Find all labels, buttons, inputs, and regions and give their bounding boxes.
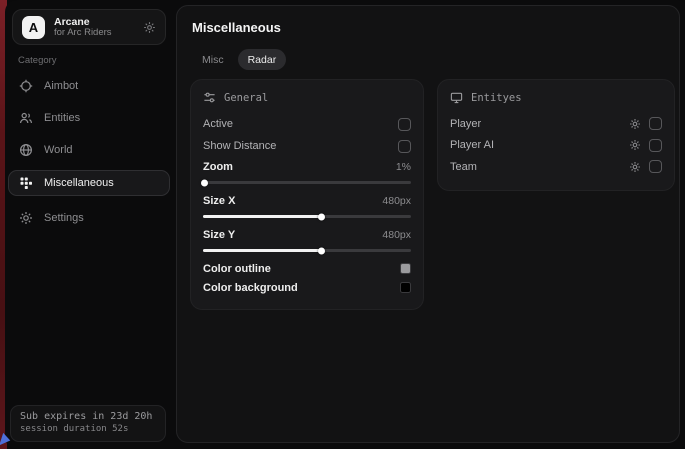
entity-row-player-ai: Player AI [450, 135, 662, 157]
player-ai-checkbox[interactable] [649, 139, 662, 152]
general-panel-title: General [224, 92, 268, 104]
brand-card: A Arcane for Arc Riders [12, 9, 166, 45]
grid-icon [19, 176, 33, 190]
tab-bar: Misc Radar [192, 49, 286, 70]
slider-value: 1% [396, 161, 411, 173]
slider-row-size-x: Size X 480px [203, 191, 411, 211]
toggle-label: Active [203, 118, 233, 130]
desktop: A Arcane for Arc Riders Category [0, 0, 685, 449]
show-distance-checkbox[interactable] [398, 140, 411, 153]
main-panel: Miscellaneous Misc Radar [176, 5, 680, 443]
zoom-slider-handle[interactable] [201, 179, 208, 186]
session-duration-text: session duration 52s [20, 424, 156, 434]
sidebar-item-entities[interactable]: Entities [8, 106, 170, 130]
crosshair-icon [19, 79, 33, 93]
zoom-slider-fill [203, 181, 205, 184]
globe-icon [19, 143, 33, 157]
general-panel-header: General [203, 91, 411, 104]
slider-label: Zoom [203, 161, 233, 173]
brand-subtitle: for Arc Riders [54, 28, 134, 39]
slider-value: 480px [382, 229, 411, 241]
gear-icon[interactable] [629, 118, 641, 130]
gear-icon [19, 211, 33, 225]
page-title: Miscellaneous [192, 20, 281, 35]
slider-value: 480px [382, 195, 411, 207]
sliders-icon [203, 91, 216, 104]
entity-label: Team [450, 161, 477, 173]
entity-label: Player AI [450, 139, 494, 151]
brand-title: Arcane [54, 16, 134, 28]
slider-row-size-y: Size Y 480px [203, 225, 411, 245]
color-background-swatch[interactable] [400, 282, 411, 293]
panels-row: General Active Show Distance Zoom 1% [190, 79, 675, 310]
slider-label: Size Y [203, 229, 235, 241]
subscription-info-card: Sub expires in 23d 20h session duration … [10, 405, 166, 442]
zoom-slider[interactable] [203, 181, 411, 184]
color-label: Color outline [203, 263, 271, 275]
sidebar-item-label: Entities [44, 112, 80, 124]
color-row-background: Color background [203, 278, 411, 297]
entity-row-player: Player [450, 113, 662, 135]
color-outline-swatch[interactable] [400, 263, 411, 274]
sidebar-item-world[interactable]: World [8, 138, 170, 162]
gear-icon[interactable] [629, 139, 641, 151]
size-y-slider-fill [203, 249, 322, 252]
sidebar-item-label: Miscellaneous [44, 177, 114, 189]
sub-expiry-text: Sub expires in 23d 20h [20, 411, 156, 422]
sidebar-item-miscellaneous[interactable]: Miscellaneous [8, 170, 170, 196]
size-x-slider-handle[interactable] [318, 213, 325, 220]
toggle-row-active: Active [203, 113, 411, 135]
size-y-slider[interactable] [203, 249, 411, 252]
color-row-outline: Color outline [203, 259, 411, 278]
active-checkbox[interactable] [398, 118, 411, 131]
app-logo: A [22, 16, 45, 39]
gear-icon[interactable] [143, 21, 156, 34]
player-checkbox[interactable] [649, 117, 662, 130]
entities-panel: Entityes Player [437, 79, 675, 191]
entity-label: Player [450, 118, 481, 130]
gear-icon[interactable] [629, 161, 641, 173]
size-x-slider-fill [203, 215, 322, 218]
app-window: A Arcane for Arc Riders Category [5, 0, 685, 449]
sidebar-item-label: Settings [44, 212, 84, 224]
entities-icon [19, 111, 33, 125]
sidebar-item-aimbot[interactable]: Aimbot [8, 74, 170, 98]
size-x-slider[interactable] [203, 215, 411, 218]
general-panel: General Active Show Distance Zoom 1% [190, 79, 424, 310]
team-checkbox[interactable] [649, 160, 662, 173]
sidebar: A Arcane for Arc Riders Category [5, 0, 176, 449]
toggle-row-show-distance: Show Distance [203, 135, 411, 157]
entities-panel-title: Entityes [471, 92, 522, 104]
slider-label: Size X [203, 195, 235, 207]
sidebar-item-settings[interactable]: Settings [8, 206, 170, 230]
tab-radar[interactable]: Radar [238, 49, 287, 70]
brand-text: Arcane for Arc Riders [54, 16, 134, 39]
sidebar-nav: Aimbot Entities [8, 70, 170, 238]
toggle-label: Show Distance [203, 140, 276, 152]
entity-row-team: Team [450, 156, 662, 178]
color-label: Color background [203, 282, 298, 294]
sidebar-item-label: World [44, 144, 73, 156]
entities-panel-header: Entityes [450, 91, 662, 104]
category-label: Category [18, 55, 57, 66]
size-y-slider-handle[interactable] [318, 247, 325, 254]
tab-misc[interactable]: Misc [192, 49, 234, 70]
sidebar-item-label: Aimbot [44, 80, 78, 92]
slider-row-zoom: Zoom 1% [203, 157, 411, 177]
monitor-icon [450, 91, 463, 104]
